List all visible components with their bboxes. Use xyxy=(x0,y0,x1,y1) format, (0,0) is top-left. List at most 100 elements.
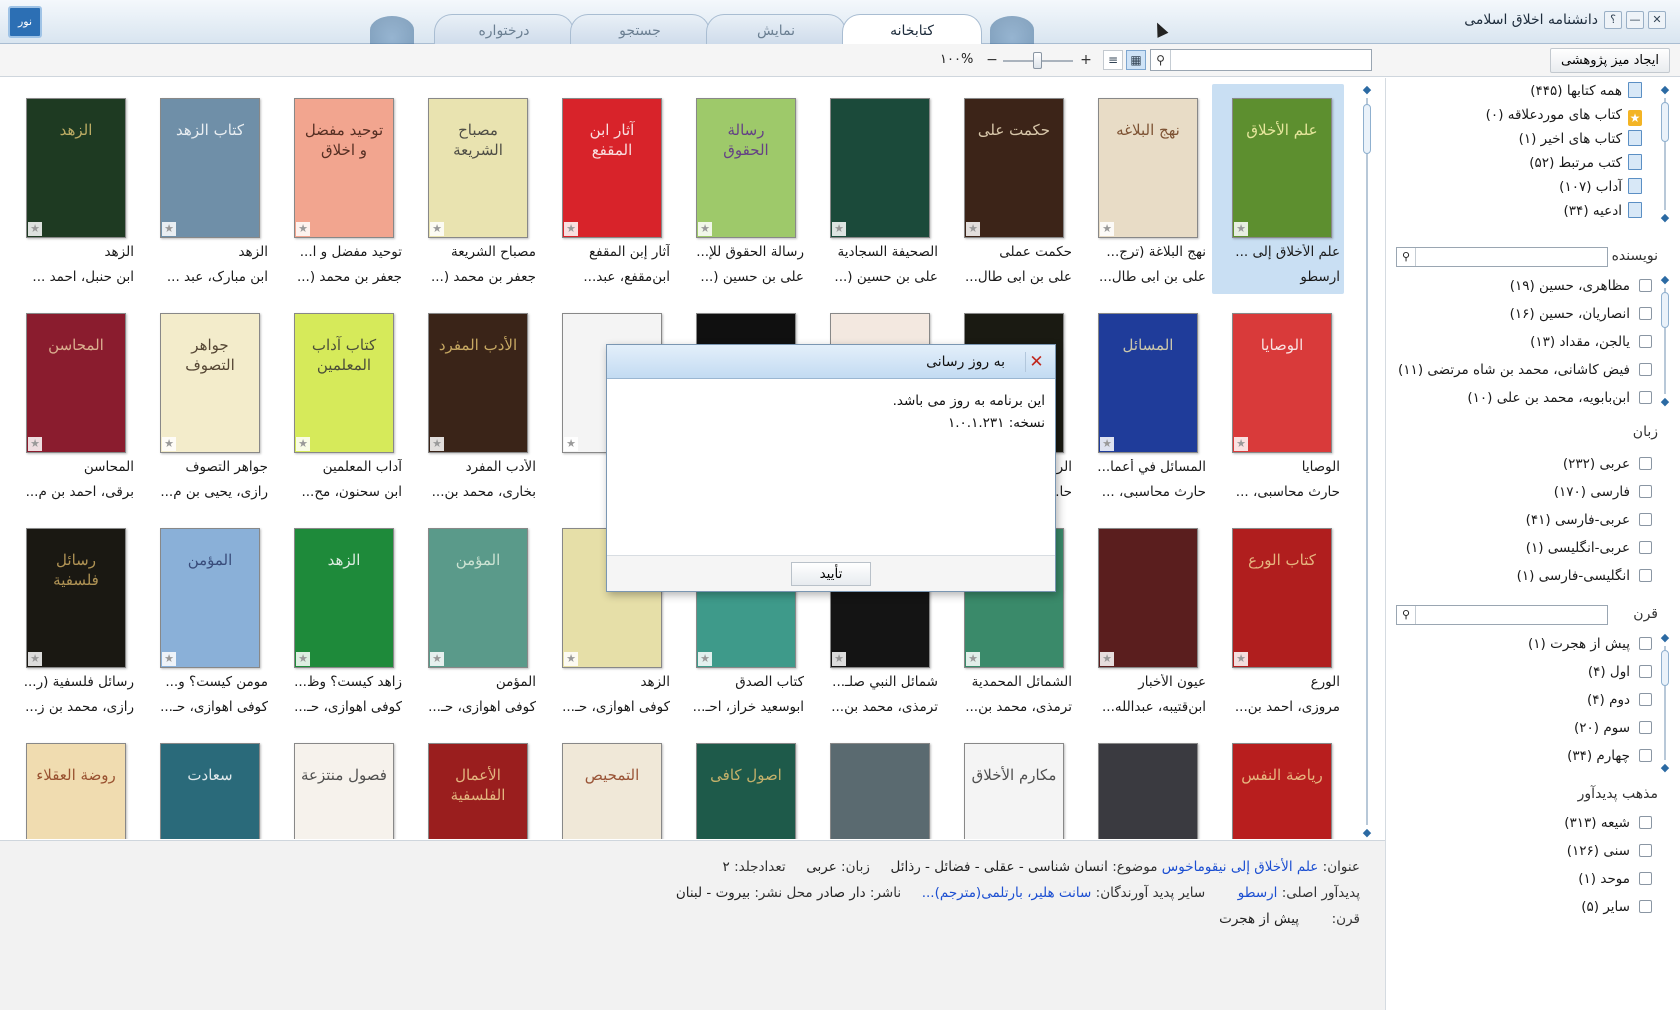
scroll-down-icon[interactable]: ◆ xyxy=(1361,827,1373,839)
checkbox[interactable] xyxy=(1639,307,1652,320)
checkbox[interactable] xyxy=(1639,749,1652,762)
book-cover[interactable]: جواهر التصوف ★ xyxy=(160,313,260,453)
zoom-slider-handle[interactable] xyxy=(1033,52,1042,69)
book-cover[interactable]: مصباح الشريعة ★ xyxy=(428,98,528,238)
book-cover[interactable]: ★ xyxy=(830,743,930,839)
grid-scrollbar[interactable]: ◆ ◆ xyxy=(1360,84,1374,839)
dialog-close-button[interactable]: ✕ xyxy=(1025,352,1047,372)
book-item[interactable]: رياضة النفس★ xyxy=(1212,729,1344,839)
book-item[interactable]: ★ xyxy=(810,729,942,839)
dialog-ok-button[interactable]: تأیید xyxy=(791,562,871,586)
book-item[interactable]: حکمت علی ★ حکمت عملی علی بن ابی طال... xyxy=(944,84,1076,294)
favorite-star-icon[interactable]: ★ xyxy=(698,652,712,666)
century-filter-option[interactable]: پیش از هجرت (۱) xyxy=(1528,634,1652,654)
scroll-up-icon[interactable]: ◆ xyxy=(1361,84,1373,96)
favorite-star-icon[interactable]: ★ xyxy=(162,652,176,666)
library-item[interactable]: همه کتابها (۴۴۵) xyxy=(1530,80,1642,102)
favorite-star-icon[interactable]: ★ xyxy=(296,222,310,236)
book-item[interactable]: علم الأخلاق ★ علم الأخلاق إلی ... ارسطو xyxy=(1212,84,1344,294)
language-filter-option[interactable]: عربی-فارسی (۴۱) xyxy=(1526,510,1652,530)
scroll-down-icon[interactable]: ◆ xyxy=(1659,212,1671,224)
sect-filter-option[interactable]: سنی (۱۲۶) xyxy=(1567,841,1652,861)
language-filter-option[interactable]: عربی-انگلیسی (۱) xyxy=(1526,538,1652,558)
checkbox[interactable] xyxy=(1639,541,1652,554)
book-item[interactable]: المسائل ★ المسائل في أعما... حارث محاسبی، .… xyxy=(1078,299,1210,509)
favorite-star-icon[interactable]: ★ xyxy=(564,222,578,236)
library-item[interactable]: کتب مرتبط (۵۲) xyxy=(1529,152,1642,174)
library-item[interactable]: ★ کتاب های موردعلاقه (۰) xyxy=(1486,104,1642,126)
favorite-star-icon[interactable]: ★ xyxy=(1100,652,1114,666)
favorite-star-icon[interactable]: ★ xyxy=(698,222,712,236)
checkbox[interactable] xyxy=(1639,693,1652,706)
book-cover[interactable]: كتاب آداب المعلمين ★ xyxy=(294,313,394,453)
author-link[interactable]: ارسطو xyxy=(1238,885,1278,901)
book-item[interactable]: ★ xyxy=(1078,729,1210,839)
century-filter-option[interactable]: چهارم (۳۴) xyxy=(1567,746,1652,766)
book-cover[interactable]: التمحيص★ xyxy=(562,743,662,839)
tab-view[interactable]: نمایش xyxy=(706,14,846,44)
scroll-up-icon[interactable]: ◆ xyxy=(1659,274,1671,286)
book-item[interactable]: التمحيص★ xyxy=(542,729,674,839)
scroll-thumb[interactable] xyxy=(1363,104,1371,154)
language-filter-option[interactable]: انگلیسی-فارسی (۱) xyxy=(1517,566,1652,586)
favorite-star-icon[interactable]: ★ xyxy=(430,437,444,451)
checkbox[interactable] xyxy=(1639,721,1652,734)
book-item[interactable]: الأدب المفرد ★ الأدب المفرد بخاری، محمد بن.… xyxy=(408,299,540,509)
book-item[interactable]: ★ عيون الأخبار ابن‌قتیبه، عبدالله... xyxy=(1078,514,1210,724)
book-item[interactable]: الزهد ★ زاهد کیست؟ وظ... کوفی اهوازی، حـ... xyxy=(274,514,406,724)
checkbox[interactable] xyxy=(1639,569,1652,582)
checkbox[interactable] xyxy=(1639,872,1652,885)
book-cover[interactable]: سعادت★ xyxy=(160,743,260,839)
author-filter-option[interactable]: انصاریان، حسین (۱۶) xyxy=(1510,304,1652,324)
book-cover[interactable]: المحاسن ★ xyxy=(26,313,126,453)
favorite-star-icon[interactable]: ★ xyxy=(564,652,578,666)
minimize-button[interactable]: — xyxy=(1626,11,1644,29)
checkbox[interactable] xyxy=(1639,513,1652,526)
scroll-thumb[interactable] xyxy=(1661,292,1669,328)
scroll-up-icon[interactable]: ◆ xyxy=(1659,84,1671,96)
favorite-star-icon[interactable]: ★ xyxy=(430,652,444,666)
favorite-star-icon[interactable]: ★ xyxy=(296,652,310,666)
checkbox[interactable] xyxy=(1639,391,1652,404)
search-icon[interactable]: ⚲ xyxy=(1151,50,1171,70)
favorite-star-icon[interactable]: ★ xyxy=(564,437,578,451)
checkbox[interactable] xyxy=(1639,363,1652,376)
book-item[interactable]: المحاسن ★ المحاسن برقی، احمد بن م... xyxy=(10,299,138,509)
create-research-desk-button[interactable]: ایجاد میز پژوهشی xyxy=(1549,48,1670,73)
sect-filter-option[interactable]: موحد (۱) xyxy=(1578,869,1652,889)
book-cover[interactable]: الزهد ★ xyxy=(26,98,126,238)
zoom-in-button[interactable]: + xyxy=(1078,50,1094,70)
book-item[interactable]: كتاب الورع ★ الورع مروزی، احمد بن... xyxy=(1212,514,1344,724)
checkbox[interactable] xyxy=(1639,637,1652,650)
book-cover[interactable]: الوصايا ★ xyxy=(1232,313,1332,453)
book-cover[interactable]: ★ xyxy=(830,98,930,238)
book-item[interactable]: اصول كافى★ xyxy=(676,729,808,839)
book-cover[interactable]: المؤمن ★ xyxy=(160,528,260,668)
favorite-star-icon[interactable]: ★ xyxy=(966,222,980,236)
book-cover[interactable]: الأعمال الفلسفية★ xyxy=(428,743,528,839)
scroll-thumb[interactable] xyxy=(1661,650,1669,686)
checkbox[interactable] xyxy=(1639,335,1652,348)
author-filter-option[interactable]: ابن‌بابویه، محمد بن علی (۱۰) xyxy=(1467,388,1652,408)
book-cover[interactable]: كتاب الورع ★ xyxy=(1232,528,1332,668)
book-cover[interactable]: الأدب المفرد ★ xyxy=(428,313,528,453)
scroll-down-icon[interactable]: ◆ xyxy=(1659,396,1671,408)
scroll-down-icon[interactable]: ◆ xyxy=(1659,762,1671,774)
book-cover[interactable]: رسائل فلسفية ★ xyxy=(26,528,126,668)
search-icon[interactable]: ⚲ xyxy=(1397,248,1416,266)
book-cover[interactable]: الزهد ★ xyxy=(294,528,394,668)
book-cover[interactable]: المسائل ★ xyxy=(1098,313,1198,453)
library-item[interactable]: ادعیه (۳۴) xyxy=(1564,200,1642,222)
book-cover[interactable]: علم الأخلاق ★ xyxy=(1232,98,1332,238)
book-item[interactable]: فصول منتزعة★ xyxy=(274,729,406,839)
search-icon[interactable]: ⚲ xyxy=(1397,606,1416,624)
book-item[interactable]: المؤمن ★ المؤمن کوفی اهوازی، حـ... xyxy=(408,514,540,724)
checkbox[interactable] xyxy=(1639,665,1652,678)
favorite-star-icon[interactable]: ★ xyxy=(28,222,42,236)
book-cover[interactable]: اصول كافى★ xyxy=(696,743,796,839)
book-item[interactable]: مكارم الأخلاق★ xyxy=(944,729,1076,839)
favorite-star-icon[interactable]: ★ xyxy=(1234,652,1248,666)
sect-filter-option[interactable]: سایر (۵) xyxy=(1581,897,1652,917)
book-cover[interactable]: كتاب الزهد ★ xyxy=(160,98,260,238)
language-filter-option[interactable]: فارسی (۱۷۰) xyxy=(1554,482,1652,502)
